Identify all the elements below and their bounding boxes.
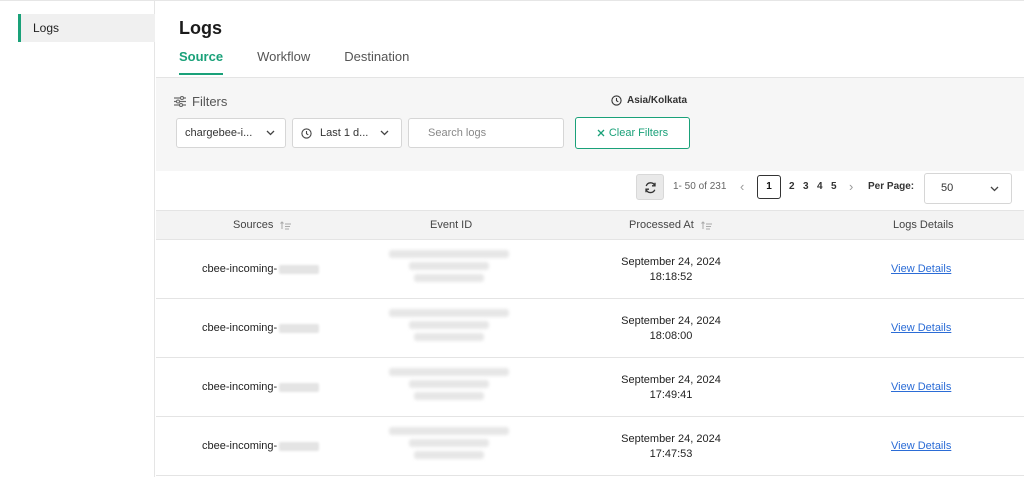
processed-time: 18:18:52	[649, 271, 693, 283]
chevron-down-icon	[266, 130, 275, 136]
processed-time: 18:08:00	[649, 330, 693, 342]
source-select-value: chargebee-i...	[185, 127, 253, 139]
processed-time: 17:47:53	[649, 448, 693, 460]
processed-date: September 24, 2024	[621, 256, 721, 268]
timezone-label: Asia/Kolkata	[627, 95, 688, 106]
page-1-button[interactable]: 1	[757, 175, 781, 199]
processed-at-cell: September 24, 2024 18:08:00	[611, 314, 731, 344]
column-label: Sources	[233, 219, 274, 231]
redacted-text	[279, 382, 320, 392]
source-name: cbee-incoming-	[202, 322, 278, 334]
processed-at-cell: September 24, 2024 17:47:53	[611, 432, 731, 462]
event-id-redacted	[386, 368, 511, 404]
time-range-value: Last 1 d...	[320, 127, 369, 139]
per-page-value: 50	[941, 182, 954, 194]
event-id-redacted	[386, 309, 511, 345]
redacted-text	[279, 441, 320, 451]
search-input[interactable]: Search logs	[408, 118, 564, 148]
clock-icon	[301, 127, 312, 139]
page-title: Logs	[179, 18, 222, 38]
tab-bar: Source Workflow Destination	[179, 49, 409, 77]
table-row: cbee-incoming- September 24, 2024 17:49:4…	[156, 358, 1024, 417]
event-id-redacted	[386, 427, 511, 463]
redacted-text	[279, 264, 320, 274]
view-details-link[interactable]: View Details	[891, 263, 951, 275]
app-frame: Logs Logs Source Workflow Destination Fi…	[0, 0, 1024, 477]
sliders-icon	[174, 96, 186, 107]
column-event-id: Event ID	[430, 219, 472, 231]
processed-date: September 24, 2024	[621, 315, 721, 327]
chevron-right-icon[interactable]: ›	[849, 179, 853, 194]
table-row: cbee-incoming- September 24, 2024 17:47:5…	[156, 417, 1024, 476]
search-placeholder: Search logs	[428, 127, 487, 139]
sort-icon[interactable]	[280, 220, 292, 230]
clock-icon	[611, 95, 622, 106]
source-cell: cbee-incoming-	[202, 263, 320, 275]
processed-at-cell: September 24, 2024 18:18:52	[611, 255, 731, 285]
source-cell: cbee-incoming-	[202, 440, 320, 452]
view-details-link[interactable]: View Details	[891, 381, 951, 393]
column-logs-details: Logs Details	[893, 219, 954, 231]
page-3-button[interactable]: 3	[803, 181, 809, 192]
source-name: cbee-incoming-	[202, 381, 278, 393]
timezone-indicator: Asia/Kolkata	[611, 95, 687, 106]
filters-panel: Filters Asia/Kolkata chargebee-i... Last…	[156, 77, 1024, 171]
column-processed-at[interactable]: Processed At	[629, 219, 712, 231]
source-select[interactable]: chargebee-i...	[176, 118, 286, 148]
filters-heading: Filters	[174, 94, 227, 109]
refresh-button[interactable]	[636, 174, 664, 200]
tab-source[interactable]: Source	[179, 49, 224, 75]
table-header: Sources Event ID Processed At Logs Detai…	[156, 210, 1024, 240]
processed-date: September 24, 2024	[621, 433, 721, 445]
processed-date: September 24, 2024	[621, 374, 721, 386]
per-page-select[interactable]: 50	[924, 173, 1012, 204]
column-label: Event ID	[430, 219, 473, 231]
table-row: cbee-incoming- September 24, 2024 18:18:5…	[156, 240, 1024, 299]
source-cell: cbee-incoming-	[202, 322, 320, 334]
source-name: cbee-incoming-	[202, 440, 278, 452]
page-5-button[interactable]: 5	[831, 181, 837, 192]
page-2-button[interactable]: 2	[789, 181, 795, 192]
chevron-left-icon[interactable]: ‹	[740, 179, 744, 194]
clear-filters-label: Clear Filters	[608, 127, 669, 139]
sidebar: Logs	[0, 1, 155, 477]
redacted-text	[279, 323, 320, 333]
column-sources[interactable]: Sources	[233, 219, 292, 231]
time-range-select[interactable]: Last 1 d...	[292, 118, 402, 148]
results-range: 1- 50 of 231	[673, 181, 727, 192]
event-id-redacted	[386, 250, 511, 286]
pagination-bar: 1- 50 of 231 ‹ 1 2 3 4 5 › Per Page: 50	[156, 173, 1024, 207]
main-content: Logs Source Workflow Destination Filters…	[156, 1, 1024, 477]
logs-table: Sources Event ID Processed At Logs Detai…	[156, 210, 1024, 476]
chevron-down-icon	[990, 186, 999, 192]
sort-icon[interactable]	[700, 220, 712, 230]
sidebar-item-logs[interactable]: Logs	[18, 14, 155, 42]
page-4-button[interactable]: 4	[817, 181, 823, 192]
close-icon	[597, 129, 605, 137]
chevron-down-icon	[380, 130, 389, 136]
column-label: Processed At	[629, 219, 694, 231]
tab-destination[interactable]: Destination	[344, 49, 409, 75]
table-row: cbee-incoming- September 24, 2024 18:08:0…	[156, 299, 1024, 358]
per-page-label: Per Page:	[868, 181, 915, 192]
column-label: Logs Details	[893, 219, 954, 231]
refresh-icon	[644, 181, 657, 194]
source-cell: cbee-incoming-	[202, 381, 320, 393]
clear-filters-button[interactable]: Clear Filters	[575, 117, 690, 149]
source-name: cbee-incoming-	[202, 263, 278, 275]
view-details-link[interactable]: View Details	[891, 322, 951, 334]
filters-label: Filters	[192, 94, 228, 109]
view-details-link[interactable]: View Details	[891, 440, 951, 452]
processed-at-cell: September 24, 2024 17:49:41	[611, 373, 731, 403]
processed-time: 17:49:41	[649, 389, 693, 401]
tab-workflow[interactable]: Workflow	[257, 49, 310, 75]
sidebar-item-label: Logs	[33, 21, 60, 35]
